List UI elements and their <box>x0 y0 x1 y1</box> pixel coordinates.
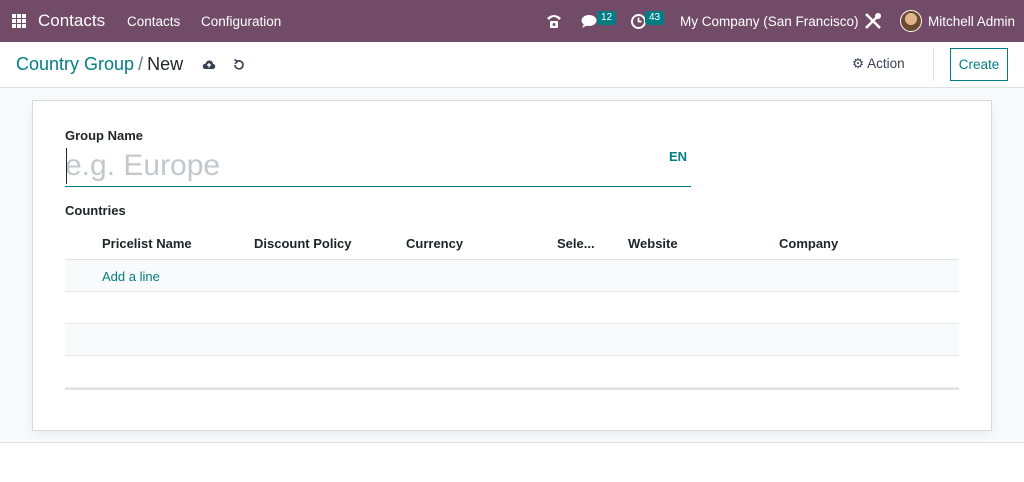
debug-tools-icon[interactable] <box>864 12 882 30</box>
action-label: Action <box>867 56 905 71</box>
language-button[interactable]: EN <box>669 149 687 164</box>
clock-icon[interactable] <box>631 14 646 29</box>
app-grid-icon[interactable] <box>12 14 26 28</box>
breadcrumb: Country Group / New <box>16 54 183 75</box>
group-name-input[interactable] <box>65 148 691 187</box>
breadcrumb-current: New <box>147 54 184 74</box>
top-navbar: Contacts Contacts Configuration 12 43 My… <box>0 0 1024 42</box>
breadcrumb-separator: / <box>138 54 144 74</box>
column-company[interactable]: Company <box>779 236 838 251</box>
discard-undo-icon[interactable] <box>232 58 246 72</box>
column-selectable[interactable]: Sele... <box>557 236 595 251</box>
column-discount-policy[interactable]: Discount Policy <box>254 236 352 251</box>
action-button[interactable]: ⚙ Action <box>852 56 905 72</box>
table-row <box>65 324 959 356</box>
save-cloud-icon[interactable] <box>202 58 216 72</box>
column-pricelist-name[interactable]: Pricelist Name <box>102 236 192 251</box>
messages-badge: 12 <box>597 11 617 25</box>
text-cursor <box>66 148 67 184</box>
add-line-link[interactable]: Add a line <box>102 269 160 284</box>
company-switcher[interactable]: My Company (San Francisco) <box>680 14 859 29</box>
table-bottom-border <box>65 388 959 390</box>
column-currency[interactable]: Currency <box>406 236 463 251</box>
countries-label: Countries <box>65 203 126 218</box>
menu-configuration[interactable]: Configuration <box>201 14 281 29</box>
table-row <box>65 356 959 388</box>
column-website[interactable]: Website <box>628 236 678 251</box>
activities-badge: 43 <box>645 11 665 25</box>
user-avatar[interactable] <box>900 10 922 32</box>
control-divider <box>933 48 934 81</box>
app-name[interactable]: Contacts <box>38 11 105 31</box>
group-name-label: Group Name <box>65 128 144 143</box>
gear-icon: ⚙ <box>852 56 865 71</box>
table-row <box>65 260 959 292</box>
menu-contacts[interactable]: Contacts <box>127 14 180 29</box>
create-button[interactable]: Create <box>950 48 1008 81</box>
breadcrumb-parent[interactable]: Country Group <box>16 54 134 74</box>
phone-icon[interactable] <box>545 13 563 29</box>
user-menu[interactable]: Mitchell Admin <box>928 14 1015 29</box>
table-row <box>65 292 959 324</box>
